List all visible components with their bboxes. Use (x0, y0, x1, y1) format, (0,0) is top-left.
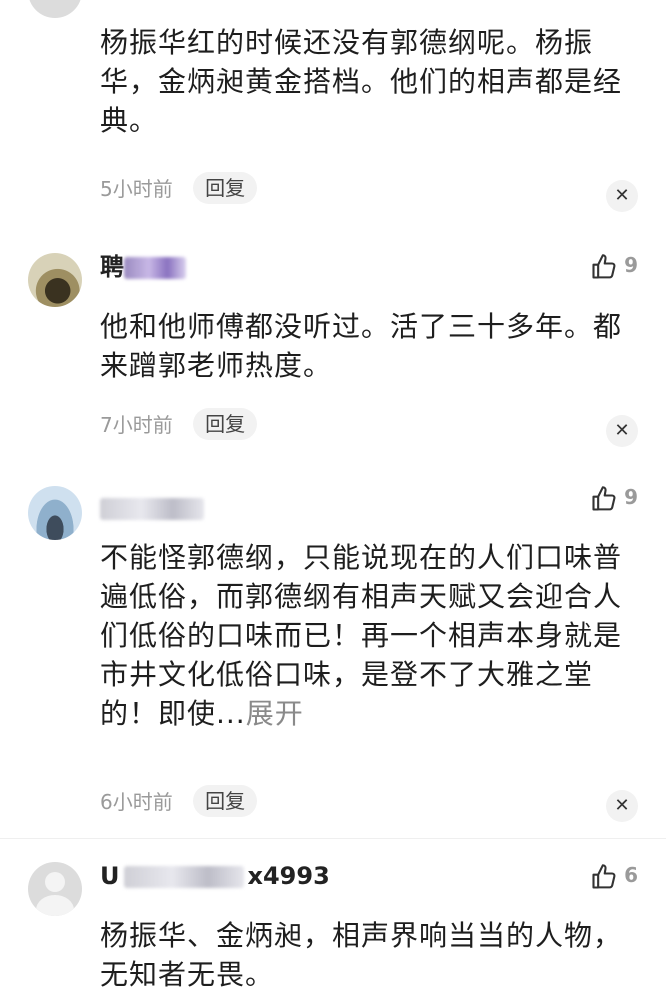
comment-time: 5小时前 (100, 177, 173, 201)
avatar[interactable] (28, 0, 82, 18)
blurred-username (124, 257, 186, 279)
comment-text: 杨振华、金炳昶，相声界响当当的人物，无知者无畏。 (100, 919, 623, 991)
comment-text: 不能怪郭德纲，只能说现在的人们口味普遍低俗，而郭德纲有相声天赋又会迎合人们低俗的… (100, 541, 623, 730)
thumbs-up-icon (592, 253, 616, 279)
comment-meta: 7小时前 回复 (100, 408, 258, 442)
avatar[interactable] (28, 862, 82, 916)
close-icon[interactable]: ✕ (606, 180, 638, 212)
close-icon[interactable]: ✕ (606, 415, 638, 447)
divider (0, 838, 666, 839)
avatar[interactable] (28, 253, 82, 307)
comment-meta: 5小时前 回复 (100, 172, 258, 206)
thumbs-up-icon (592, 863, 616, 889)
reply-button[interactable]: 回复 (193, 785, 258, 817)
blurred-username (100, 498, 204, 520)
avatar[interactable] (28, 486, 82, 540)
username[interactable] (100, 493, 204, 523)
like-count: 6 (624, 863, 638, 887)
like-count: 9 (624, 253, 638, 277)
like-button[interactable]: 9 (590, 482, 638, 512)
blurred-username (123, 866, 244, 888)
like-button[interactable]: 9 (590, 250, 638, 280)
username[interactable]: Ux4993 (100, 861, 330, 891)
comment-text: 他和他师傅都没听过。活了三十多年。都来蹭郭老师热度。 (100, 310, 623, 382)
reply-button[interactable]: 回复 (193, 408, 258, 440)
like-button[interactable]: 6 (590, 860, 638, 890)
comment-time: 6小时前 (100, 790, 173, 814)
comment-text: 杨振华红的时候还没有郭德纲呢。杨振华，金炳昶黄金搭档。他们的相声都是经典。 (100, 26, 623, 137)
comment-time: 7小时前 (100, 413, 173, 437)
comment-meta: 6小时前 回复 (100, 785, 258, 819)
thumbs-up-icon (592, 485, 616, 511)
expand-link[interactable]: 展开 (246, 697, 304, 730)
like-count: 9 (624, 485, 638, 509)
close-icon[interactable]: ✕ (606, 790, 638, 822)
reply-button[interactable]: 回复 (193, 172, 258, 204)
username[interactable]: 聘 (100, 252, 186, 282)
